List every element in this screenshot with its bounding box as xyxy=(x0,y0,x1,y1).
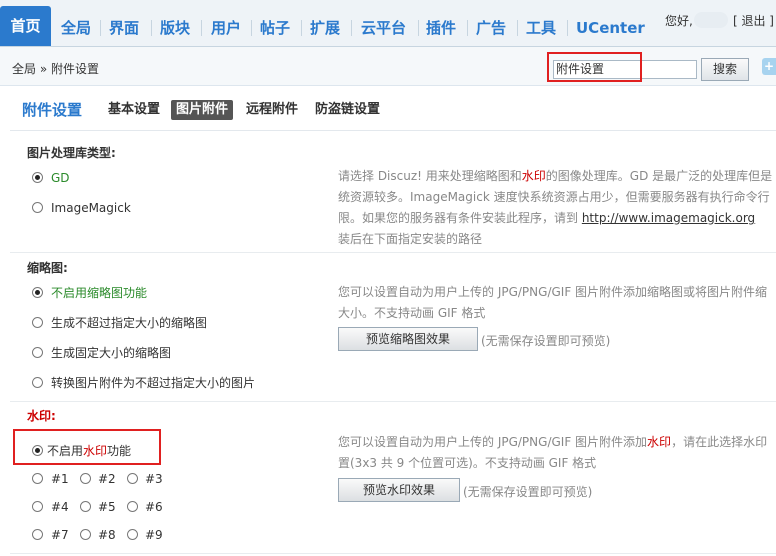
nav-separator xyxy=(517,20,518,36)
section-description: 您可以设置自动为用户上传的 JPG/PNG/GIF 图片附件添加水印，请在此选择… xyxy=(338,432,776,474)
desc-text: 装后在下面指定安装的路径 xyxy=(338,232,483,246)
desc-text: 的图像处理库。GD 是最广泛的处理库但是 xyxy=(545,169,773,183)
position-label: #8 xyxy=(98,528,116,542)
nav-users[interactable]: 用户 xyxy=(211,14,241,42)
tab-image-attachments[interactable]: 图片附件 xyxy=(171,100,234,120)
top-nav: 首页 全局 界面 版块 用户 帖子 扩展 云平台 插件 广告 工具 UCente… xyxy=(0,0,776,47)
position-label: #3 xyxy=(145,472,163,486)
logout-link[interactable]: [ 退出 ] xyxy=(733,12,774,29)
desc-highlight: 水印 xyxy=(647,435,672,449)
nav-ads[interactable]: 广告 xyxy=(476,14,506,42)
nav-separator xyxy=(301,20,302,36)
position-label: #7 xyxy=(51,528,69,542)
nav-forums[interactable]: 版块 xyxy=(160,14,190,42)
position-label: #5 xyxy=(98,500,116,514)
divider xyxy=(10,401,776,402)
desc-text: 限。如果您的服务器有条件安装此程序，请到 xyxy=(338,211,582,225)
nav-separator xyxy=(151,20,152,36)
highlight-box xyxy=(547,52,642,82)
nav-threads[interactable]: 帖子 xyxy=(260,14,290,42)
radio-position-3[interactable] xyxy=(127,473,138,484)
radio-position-9[interactable] xyxy=(127,529,138,540)
radio-position-5[interactable] xyxy=(80,501,91,512)
option-label-thumb-fixed-size: 生成固定大小的缩略图 xyxy=(51,346,172,360)
desc-highlight: 水印 xyxy=(521,169,546,183)
nav-separator xyxy=(100,20,101,36)
radio-thumb-disable[interactable] xyxy=(32,287,43,298)
section-title-image-library: 图片处理库类型: xyxy=(27,146,116,160)
greeting: 您好, xyxy=(665,14,693,28)
desc-text: 大小。不支持动画 GIF 格式 xyxy=(338,306,486,320)
section-description: 请选择 Discuz! 用来处理缩略图和水印的图像处理库。GD 是最广泛的处理库… xyxy=(338,166,776,250)
nav-ucenter[interactable]: UCenter xyxy=(576,14,645,42)
nav-separator xyxy=(467,20,468,36)
page-title: 附件设置 xyxy=(22,101,83,119)
radio-position-6[interactable] xyxy=(127,501,138,512)
option-label-thumb-disable: 不启用缩略图功能 xyxy=(51,286,148,300)
nav-tools[interactable]: 工具 xyxy=(526,14,556,42)
radio-convert-image[interactable] xyxy=(32,377,43,388)
desc-text: 请选择 Discuz! 用来处理缩略图和 xyxy=(338,169,522,183)
nav-home[interactable]: 首页 xyxy=(0,6,51,46)
nav-cloud[interactable]: 云平台 xyxy=(361,14,406,42)
radio-position-8[interactable] xyxy=(80,529,91,540)
preview-note: (无需保存设置即可预览) xyxy=(481,334,611,348)
section-description: 您可以设置自动为用户上传的 JPG/PNG/GIF 图片附件添加缩略图或将图片附… xyxy=(338,282,776,324)
divider xyxy=(10,252,776,253)
section-title-watermark: 水印: xyxy=(27,409,56,423)
nav-separator xyxy=(567,20,568,36)
desc-text: 置(3x3 共 9 个位置可选)。不支持动画 GIF 格式 xyxy=(338,456,597,470)
tab-basic-settings[interactable]: 基本设置 xyxy=(108,100,160,120)
option-label-imagemagick: ImageMagick xyxy=(51,201,131,215)
preview-note: (无需保存设置即可预览) xyxy=(463,485,593,499)
section-title-thumbnail: 缩略图: xyxy=(27,261,68,275)
position-label: #4 xyxy=(51,500,69,514)
radio-position-4[interactable] xyxy=(32,501,43,512)
divider xyxy=(10,130,776,131)
radio-thumb-max-size[interactable] xyxy=(32,317,43,328)
option-label-convert-image: 转换图片附件为不超过指定大小的图片 xyxy=(51,376,256,390)
preview-thumbnail-button[interactable]: 预览缩略图效果 xyxy=(338,327,478,351)
divider xyxy=(10,553,776,554)
tab-remote-attachments[interactable]: 远程附件 xyxy=(246,100,298,120)
option-label-gd: GD xyxy=(51,171,70,185)
position-label: #2 xyxy=(98,472,116,486)
desc-text: ，请在此选择水印 xyxy=(671,435,768,449)
nav-separator xyxy=(201,20,202,36)
radio-position-2[interactable] xyxy=(80,473,91,484)
nav-separator xyxy=(251,20,252,36)
nav-global[interactable]: 全局 xyxy=(61,14,91,42)
desc-text: 统资源较多。ImageMagick 速度快系统资源占用少，但需要服务器有执行命令… xyxy=(338,190,770,204)
username-blurred xyxy=(694,12,728,28)
nav-interface[interactable]: 界面 xyxy=(109,14,139,42)
add-shortcut-button[interactable]: + xyxy=(762,58,776,75)
highlight-box xyxy=(13,429,161,465)
preview-watermark-button[interactable]: 预览水印效果 xyxy=(338,478,460,502)
imagemagick-link[interactable]: http://www.imagemagick.org xyxy=(582,211,755,225)
radio-position-7[interactable] xyxy=(32,529,43,540)
option-label-thumb-max-size: 生成不超过指定大小的缩略图 xyxy=(51,316,208,330)
position-label: #9 xyxy=(145,528,163,542)
radio-imagemagick[interactable] xyxy=(32,202,43,213)
position-label: #6 xyxy=(145,500,163,514)
breadcrumb: 全局 » 附件设置 xyxy=(12,62,99,76)
desc-text: 您可以设置自动为用户上传的 JPG/PNG/GIF 图片附件添加 xyxy=(338,435,648,449)
search-button[interactable]: 搜索 xyxy=(701,58,749,81)
position-label: #1 xyxy=(51,472,69,486)
nav-extensions[interactable]: 扩展 xyxy=(310,14,340,42)
nav-plugins[interactable]: 插件 xyxy=(426,14,456,42)
nav-separator xyxy=(418,20,419,36)
radio-gd[interactable] xyxy=(32,172,43,183)
nav-separator xyxy=(351,20,352,36)
tab-hotlink-protection[interactable]: 防盗链设置 xyxy=(315,100,380,120)
desc-text: 您可以设置自动为用户上传的 JPG/PNG/GIF 图片附件添加缩略图或将图片附… xyxy=(338,285,768,299)
radio-thumb-fixed-size[interactable] xyxy=(32,347,43,358)
radio-position-1[interactable] xyxy=(32,473,43,484)
